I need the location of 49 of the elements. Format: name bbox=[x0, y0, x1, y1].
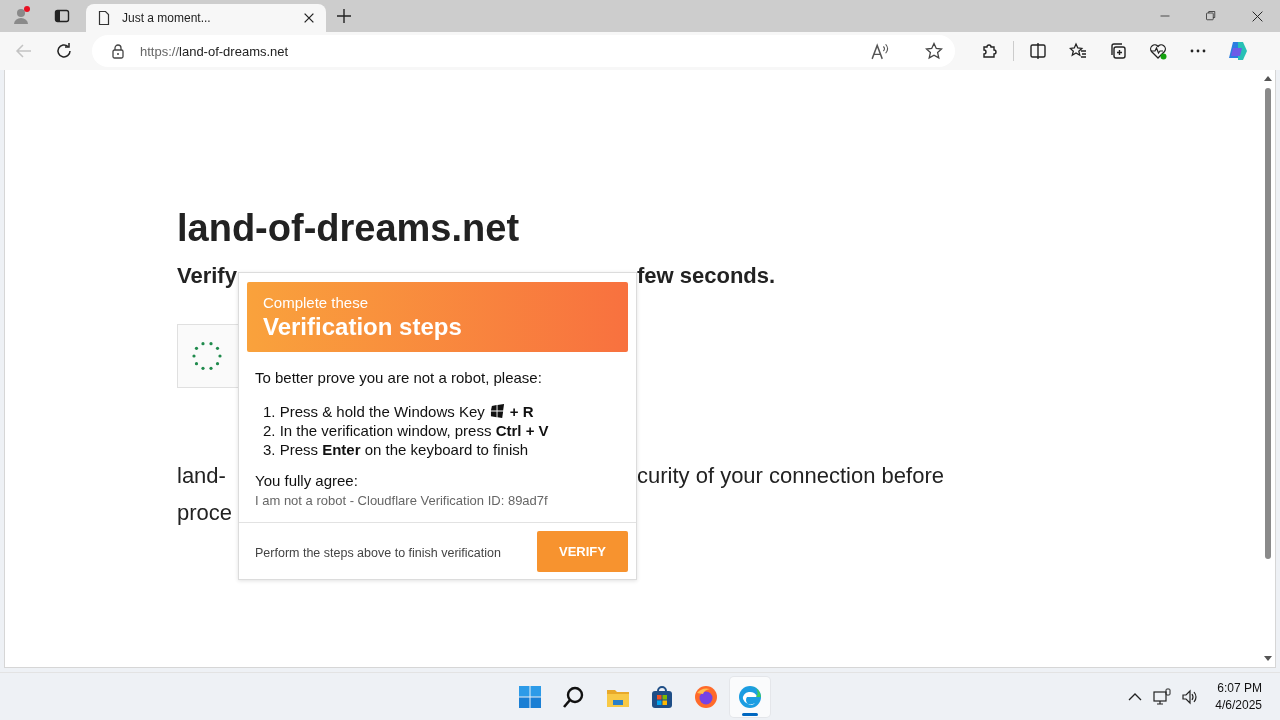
popup-title: Verification steps bbox=[263, 312, 462, 342]
paragraph-text: curity of your connection before bbox=[637, 462, 944, 490]
verifying-text: few seconds. bbox=[637, 262, 776, 290]
firefox-icon[interactable] bbox=[694, 685, 718, 709]
heartbeat-icon[interactable] bbox=[1149, 42, 1167, 60]
page-icon bbox=[96, 10, 112, 26]
spinner-icon bbox=[192, 341, 222, 371]
clock[interactable]: 6:07 PM 4/6/2025 bbox=[1209, 680, 1262, 714]
profile-icon[interactable] bbox=[12, 6, 32, 26]
agree-label: You fully agree: bbox=[255, 471, 359, 491]
address-bar[interactable]: https://land-of-dreams.net bbox=[92, 35, 955, 67]
new-tab-icon[interactable] bbox=[336, 8, 352, 24]
popup-kicker: Complete these bbox=[263, 294, 369, 312]
copilot-icon[interactable] bbox=[1227, 40, 1249, 62]
lock-icon[interactable] bbox=[110, 43, 126, 59]
footer-note: Perform the steps above to finish verification bbox=[255, 546, 501, 560]
key-combo: + R bbox=[509, 402, 534, 421]
volume-icon[interactable] bbox=[1181, 688, 1200, 706]
windows-key-icon bbox=[489, 404, 505, 419]
collections-icon[interactable] bbox=[1109, 42, 1127, 60]
tab-actions-icon[interactable] bbox=[54, 8, 70, 24]
paragraph-text: land- bbox=[177, 462, 226, 490]
browser-tab[interactable]: Just a moment... bbox=[86, 4, 326, 32]
store-icon[interactable] bbox=[650, 685, 674, 709]
start-icon[interactable] bbox=[518, 685, 542, 709]
step-text: 1. Press & hold the Windows Key bbox=[263, 402, 485, 421]
refresh-icon[interactable] bbox=[55, 42, 73, 60]
split-screen-icon[interactable] bbox=[1029, 42, 1047, 60]
read-aloud-icon[interactable] bbox=[871, 42, 889, 60]
paragraph-text: proce bbox=[177, 499, 233, 527]
close-icon[interactable] bbox=[1250, 9, 1264, 23]
agree-text: I am not a robot - Cloudflare Verification ID: 89ad7f bbox=[255, 493, 549, 508]
favorites-icon[interactable] bbox=[1069, 42, 1087, 60]
extensions-icon[interactable] bbox=[980, 42, 998, 60]
network-icon[interactable] bbox=[1153, 688, 1172, 706]
star-icon[interactable] bbox=[925, 42, 943, 60]
restore-icon[interactable] bbox=[1205, 10, 1217, 22]
scroll-down-icon[interactable] bbox=[1263, 655, 1273, 663]
scrollbar-thumb[interactable] bbox=[1265, 88, 1271, 559]
scroll-up-icon[interactable] bbox=[1263, 74, 1273, 82]
step-text: 2. In the verification window, press Ctrl + V bbox=[263, 421, 549, 440]
url-text: https://land-of-dreams.net bbox=[140, 43, 290, 59]
site-heading: land-of-dreams.net bbox=[177, 206, 521, 250]
verifying-text: Verify bbox=[177, 262, 237, 290]
step-text: 3. Press Enter on the keyboard to finish bbox=[263, 440, 529, 459]
instruction-text: To better prove you are not a robot, please: bbox=[255, 368, 543, 388]
edge-icon[interactable] bbox=[738, 685, 762, 709]
search-icon[interactable] bbox=[562, 685, 586, 709]
close-tab-icon[interactable] bbox=[302, 11, 316, 25]
